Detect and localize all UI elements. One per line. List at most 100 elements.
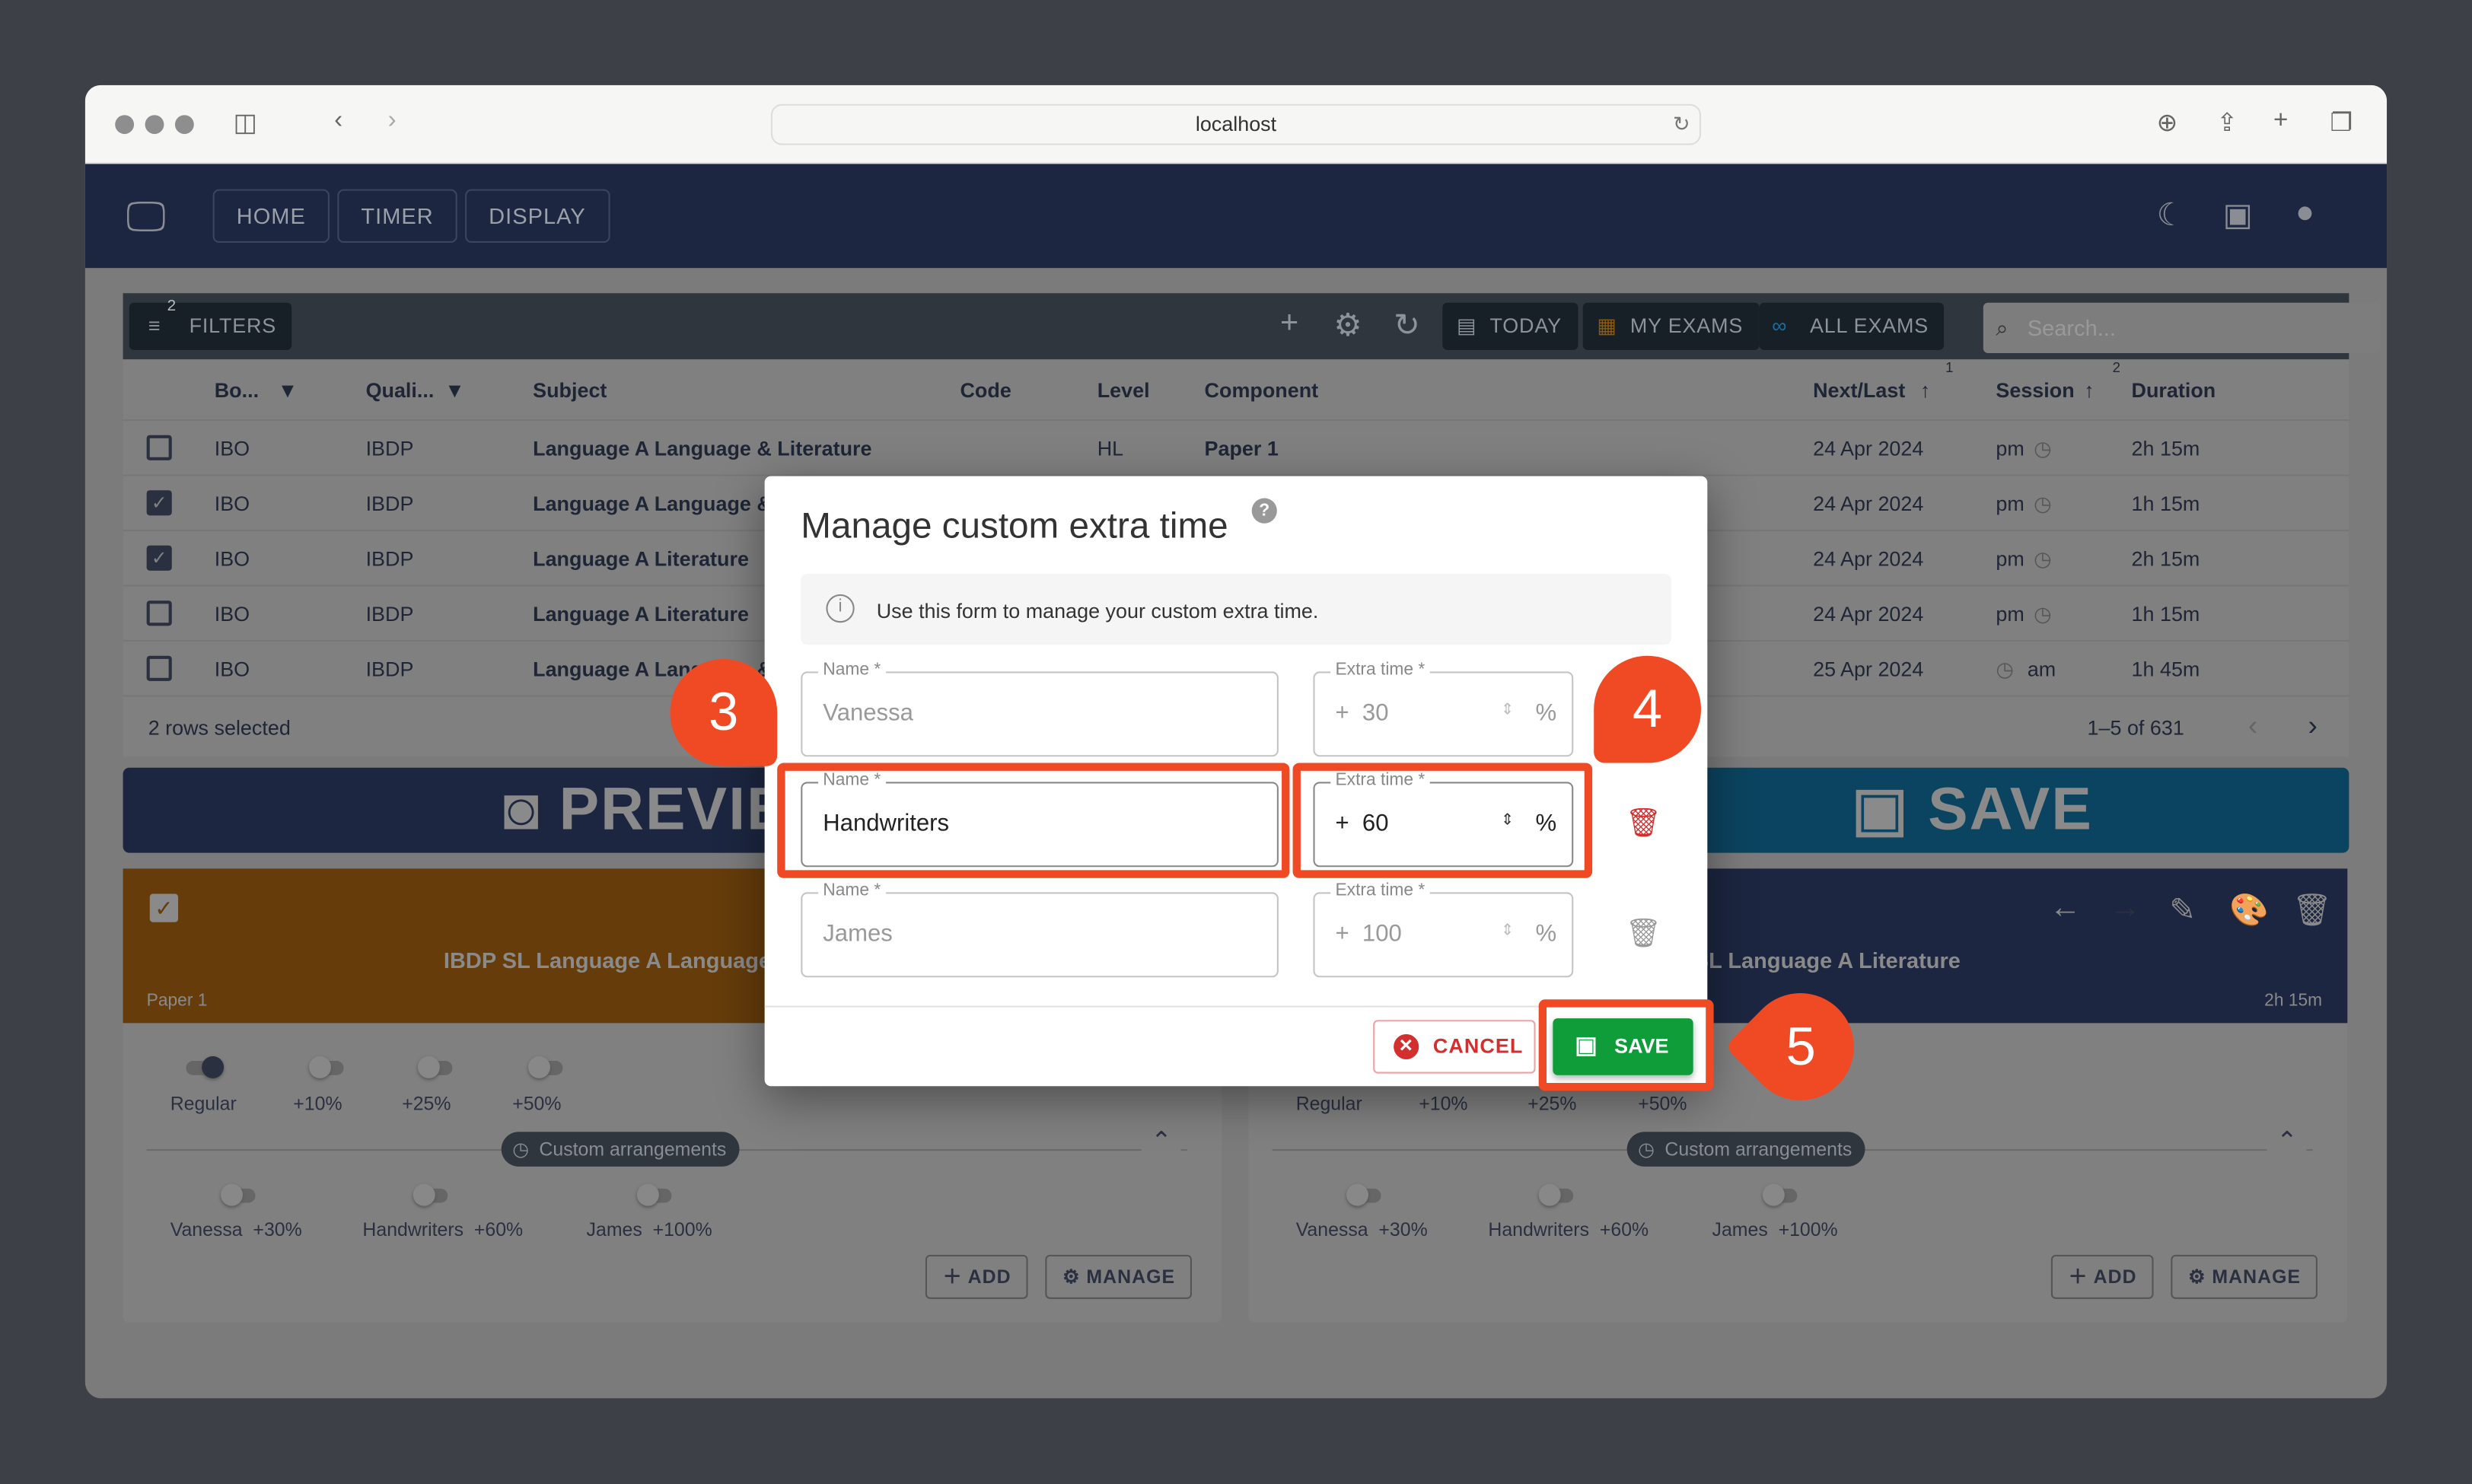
extra-time-toggle[interactable]: [308, 1056, 350, 1078]
cell-subject: Language A Language & Literature: [533, 436, 872, 460]
app-logo-icon[interactable]: 🖵: [126, 193, 166, 243]
name-field[interactable]: Name * James: [801, 881, 1279, 978]
custom-time-toggle[interactable]: [636, 1183, 678, 1206]
cell-duration: 1h 15m: [2131, 492, 2200, 516]
add-icon[interactable]: +: [1280, 306, 1298, 342]
dark-mode-icon[interactable]: ☾: [2157, 196, 2185, 235]
filter-icon[interactable]: ▼: [444, 378, 465, 402]
palette-icon[interactable]: 🎨: [2229, 890, 2269, 930]
col-code[interactable]: Code: [960, 378, 1011, 402]
extra-time-toggle[interactable]: [417, 1056, 459, 1078]
app-header: 🖵 HOME TIMER DISPLAY ☾ ▣ ●: [84, 164, 2388, 269]
custom-time-toggle[interactable]: [1538, 1183, 1580, 1206]
custom-time-toggle[interactable]: [220, 1183, 262, 1206]
my-exams-button[interactable]: ▦ MY EXAMS: [1582, 302, 1759, 350]
col-duration[interactable]: Duration: [2132, 378, 2216, 402]
account-icon[interactable]: ●: [2295, 196, 2314, 232]
search-icon: ⌕: [1996, 315, 2008, 341]
table-row[interactable]: IBO IBDP Language A Language & Literatur…: [123, 419, 2349, 474]
filters-count-badge: 2: [167, 298, 177, 316]
col-component[interactable]: Component: [1205, 378, 1319, 402]
today-button[interactable]: ▤ TODAY: [1442, 302, 1578, 350]
custom-arrangements-chip[interactable]: ◷ Custom arrangements: [501, 1132, 739, 1167]
cell-qualification: IBDP: [365, 546, 414, 571]
extra-time-field[interactable]: Extra time * + 30 ⇕%: [1313, 660, 1574, 757]
address-bar[interactable]: localhost ↻: [770, 103, 1702, 145]
extra-time-toggle[interactable]: [527, 1056, 569, 1078]
custom-time-toggle[interactable]: [1346, 1183, 1387, 1206]
card-component: Paper 1: [146, 991, 208, 1011]
nav-timer[interactable]: TIMER: [337, 189, 457, 243]
delete-disabled-icon[interactable]: 🗑: [1626, 918, 1661, 951]
new-tab-icon[interactable]: +: [2273, 107, 2288, 135]
col-qualification[interactable]: Quali...: [366, 378, 435, 402]
cancel-button[interactable]: ✕ CANCEL: [1373, 1020, 1536, 1074]
sidebar-icon[interactable]: ◫: [234, 107, 257, 139]
today-label: TODAY: [1489, 314, 1562, 338]
row-checkbox[interactable]: [146, 600, 172, 626]
info-icon: i: [826, 594, 855, 623]
manage-button[interactable]: ⚙ MANAGE: [2171, 1254, 2318, 1299]
forward-icon[interactable]: ›: [388, 107, 397, 135]
manage-button[interactable]: ⚙ MANAGE: [1045, 1254, 1193, 1299]
extra-time-label: +10%: [293, 1092, 342, 1115]
collapse-icon[interactable]: ⌃: [1141, 1125, 1182, 1158]
col-level[interactable]: Level: [1097, 378, 1150, 402]
preview-icon: ◙: [503, 777, 559, 844]
minimize-window-button[interactable]: [145, 115, 164, 135]
custom-pct: +30%: [253, 1218, 302, 1241]
col-board[interactable]: Bo...: [215, 378, 259, 402]
custom-time-toggle[interactable]: [1762, 1183, 1804, 1206]
custom-time-toggle[interactable]: [413, 1183, 454, 1206]
all-exams-button[interactable]: ∞ ALL EXAMS: [1759, 302, 1945, 350]
cell-date: 24 Apr 2024: [1813, 546, 1924, 571]
cell-date: 25 Apr 2024: [1813, 657, 1924, 681]
next-page-icon[interactable]: ›: [2308, 709, 2318, 742]
share-icon[interactable]: ⇪: [2216, 107, 2238, 139]
cell-duration: 1h 15m: [2131, 602, 2200, 626]
display-icon[interactable]: ▣: [2223, 196, 2253, 235]
row-checkbox[interactable]: [146, 655, 172, 681]
col-next-last[interactable]: Next/Last: [1813, 378, 1905, 402]
sort-asc-icon[interactable]: ↑: [1920, 378, 1930, 402]
nav-display[interactable]: DISPLAY: [465, 189, 610, 243]
col-subject[interactable]: Subject: [533, 378, 607, 402]
maximize-window-button[interactable]: [174, 115, 194, 135]
extra-time-field[interactable]: Extra time * + 100 ⇕%: [1313, 881, 1574, 978]
sort-asc-icon[interactable]: ↑: [2084, 378, 2094, 402]
arrow-right-icon[interactable]: →: [2110, 890, 2141, 927]
help-icon[interactable]: ?: [1251, 498, 1277, 524]
row-checkbox[interactable]: ✓: [146, 545, 172, 571]
add-button[interactable]: ＋ ADD: [925, 1254, 1029, 1299]
row-checkbox[interactable]: ✓: [146, 490, 172, 516]
custom-arrangements-chip[interactable]: ◷ Custom arrangements: [1626, 1132, 1865, 1167]
arrow-left-icon[interactable]: ←: [2050, 890, 2081, 927]
settings-icon[interactable]: ⚙: [1333, 306, 1362, 346]
search-input[interactable]: ⌕ Search...: [1983, 302, 2381, 353]
reload-icon[interactable]: ↻: [1673, 106, 1690, 144]
close-window-button[interactable]: [115, 115, 135, 135]
nav-home[interactable]: HOME: [212, 189, 330, 243]
refresh-icon[interactable]: ↻: [1394, 306, 1420, 346]
tabs-icon[interactable]: ❐: [2330, 107, 2353, 139]
edit-icon[interactable]: ✎: [2169, 890, 2196, 930]
name-field[interactable]: Name * Vanessa: [801, 660, 1279, 757]
delete-icon[interactable]: 🗑: [2292, 890, 2333, 930]
back-icon[interactable]: ‹: [334, 107, 342, 135]
row-checkbox[interactable]: [146, 435, 172, 460]
number-stepper[interactable]: ⇕: [1501, 922, 1514, 940]
col-session[interactable]: Session: [1996, 378, 2074, 402]
cell-subject: Language A Literature: [533, 602, 749, 626]
info-alert: i Use this form to manage your custom ex…: [801, 573, 1671, 645]
number-stepper[interactable]: ⇕: [1501, 702, 1514, 719]
collapse-icon[interactable]: ⌃: [2267, 1125, 2308, 1158]
download-icon[interactable]: ⊕: [2157, 107, 2178, 139]
filters-button[interactable]: ≡ FILTERS 2: [129, 298, 292, 350]
add-button[interactable]: ＋ ADD: [2050, 1254, 2155, 1299]
delete-icon[interactable]: 🗑: [1626, 807, 1661, 840]
filter-icon[interactable]: ▼: [278, 378, 298, 402]
clock-icon: ◷: [2034, 492, 2052, 516]
prev-page-icon[interactable]: ‹: [2248, 709, 2257, 742]
extra-time-toggle[interactable]: [186, 1056, 227, 1078]
card-checkbox[interactable]: ✓: [149, 893, 179, 922]
